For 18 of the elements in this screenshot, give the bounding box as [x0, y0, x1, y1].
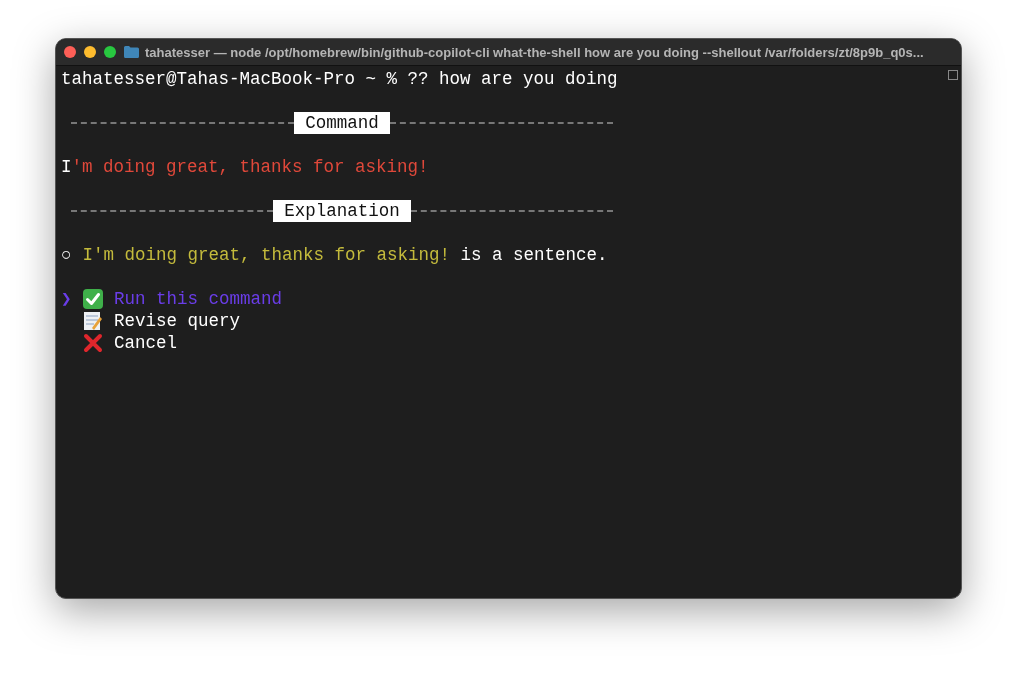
menu-option[interactable]: Cancel [114, 332, 177, 354]
menu-option[interactable]: Revise query [114, 310, 241, 332]
zoom-button[interactable] [104, 46, 116, 58]
scroll-marker-icon[interactable] [948, 70, 958, 80]
explanation-text: I'm doing great, thanks for asking! is a sentence. [82, 244, 608, 266]
section-header: Explanation [273, 200, 411, 222]
memo-icon [83, 311, 103, 331]
pointer-icon: ❯ [61, 289, 72, 309]
minimize-button[interactable] [84, 46, 96, 58]
folder-icon [124, 46, 139, 58]
window-title: tahatesser — node /opt/homebrew/bin/github-copilot-cli what-the-shell how are you doing --shellout /var/folders/zt/8p9b_q0s... [145, 44, 924, 60]
section-header: Command [294, 112, 390, 134]
checkmark-icon [83, 289, 103, 309]
close-button[interactable] [64, 46, 76, 58]
prompt-line: tahatesser@Tahas-MacBook-Pro ~ % ?? how are you doing [61, 68, 618, 90]
command-text: I'm doing great, thanks for asking! [61, 156, 429, 178]
bullet: ○ [61, 244, 72, 266]
cross-icon [83, 333, 103, 353]
